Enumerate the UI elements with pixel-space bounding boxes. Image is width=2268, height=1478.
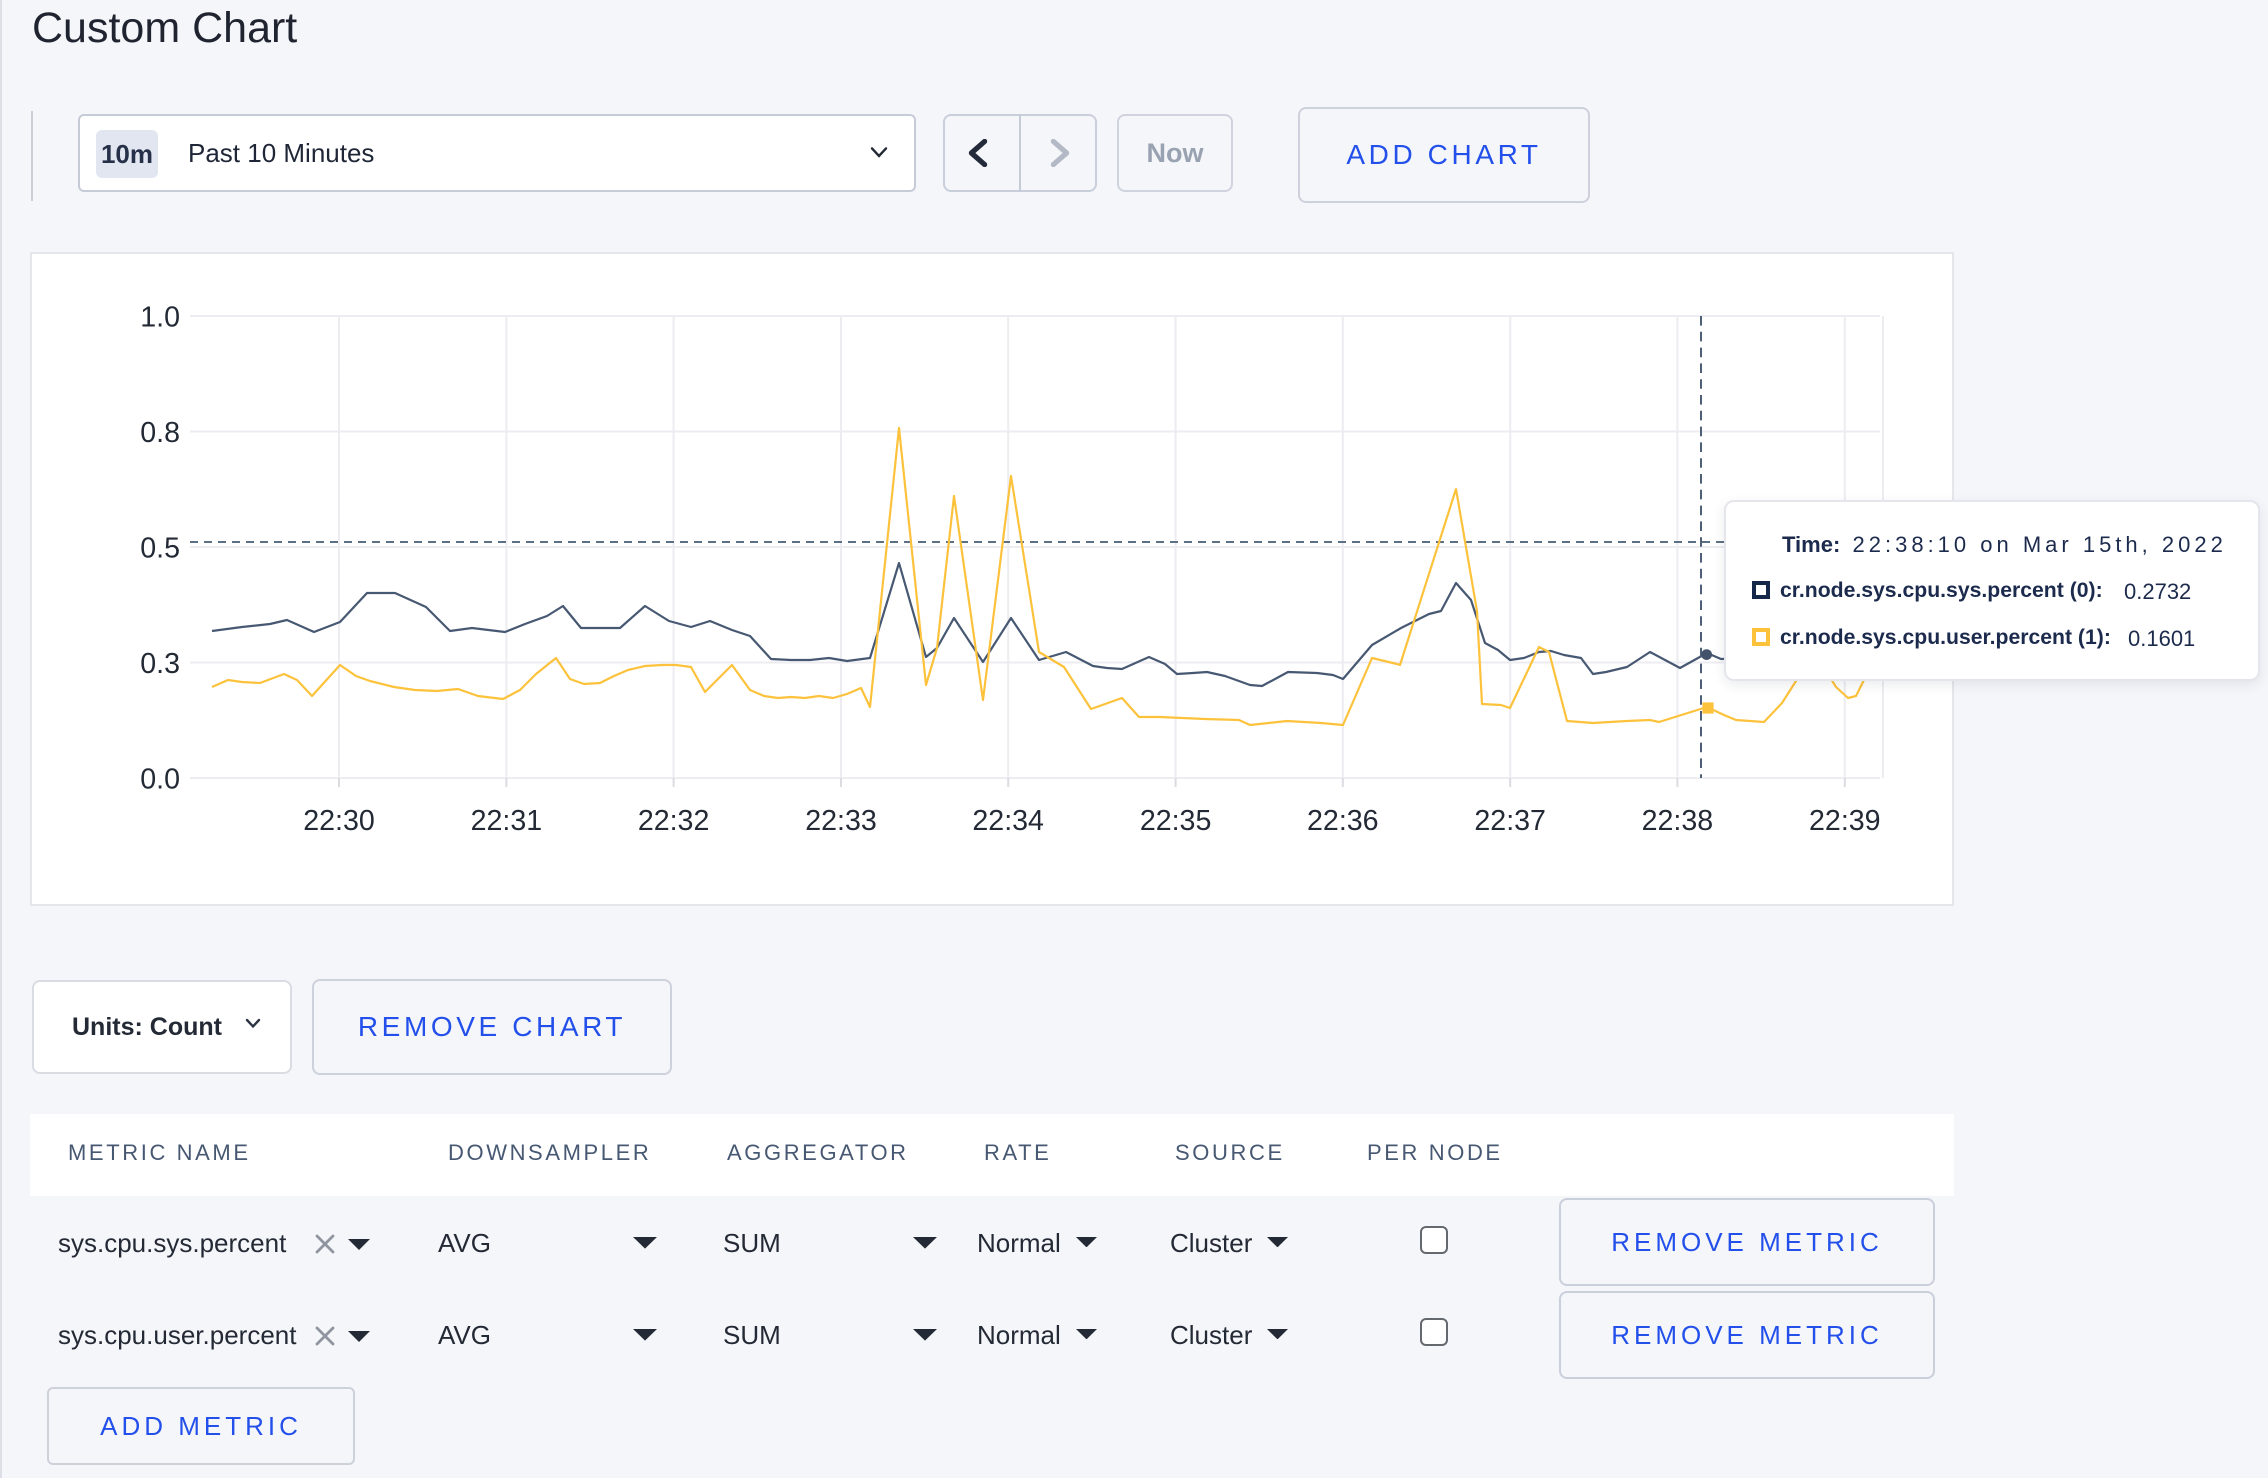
svg-text:22:39: 22:39 — [1809, 805, 1881, 837]
svg-text:22:35: 22:35 — [1140, 805, 1212, 837]
svg-text:22:37: 22:37 — [1474, 805, 1546, 837]
svg-text:22:36: 22:36 — [1307, 805, 1379, 837]
svg-text:0.3: 0.3 — [140, 648, 180, 680]
svg-text:22:32: 22:32 — [638, 805, 710, 837]
svg-text:22:33: 22:33 — [805, 805, 877, 837]
svg-text:22:38: 22:38 — [1642, 805, 1714, 837]
svg-text:0.5: 0.5 — [140, 532, 180, 564]
svg-text:22:34: 22:34 — [972, 805, 1044, 837]
svg-text:1.0: 1.0 — [140, 301, 180, 333]
svg-text:22:31: 22:31 — [471, 805, 543, 837]
svg-text:0.0: 0.0 — [140, 763, 180, 795]
svg-text:22:30: 22:30 — [303, 805, 375, 837]
svg-text:0.8: 0.8 — [140, 417, 180, 449]
